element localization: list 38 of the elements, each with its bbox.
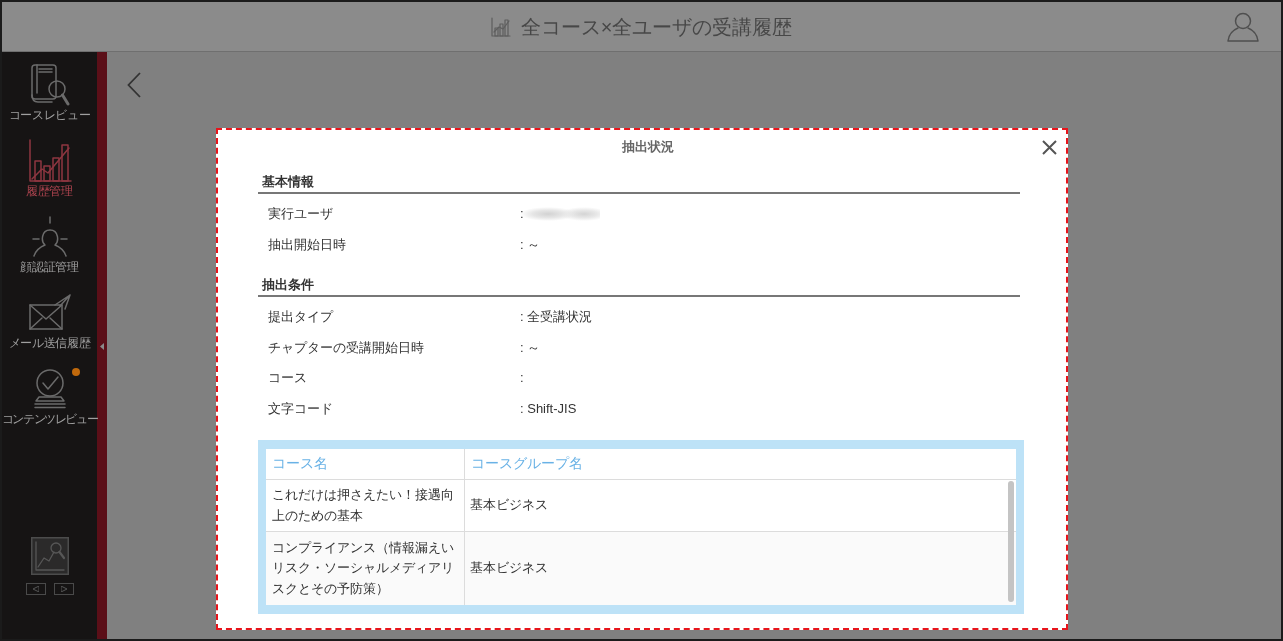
chevron-left-icon[interactable]: [127, 72, 141, 98]
bar-chart-icon: [490, 16, 511, 37]
field-label: チャプターの受講開始日時: [268, 338, 424, 357]
field-label: 提出タイプ: [268, 308, 333, 327]
field-value: :: [520, 206, 600, 223]
field-value: :: [520, 370, 524, 387]
person-icon: [29, 215, 70, 259]
triangle-left-icon: [32, 586, 39, 592]
chart-image-icon[interactable]: [30, 537, 69, 575]
collapse-handle-icon[interactable]: [100, 343, 104, 350]
bar-chart-icon: [27, 139, 72, 183]
field-label: コース: [268, 369, 307, 388]
section-heading: 基本情報: [258, 172, 1020, 194]
field-value: : Shift-JIS: [520, 400, 577, 417]
table-cell: 基本ビジネス: [465, 532, 1016, 605]
column-header: コースグループ名: [470, 455, 584, 473]
field-value: : ～: [520, 236, 541, 253]
sidebar-item[interactable]: コースレビュー: [2, 62, 97, 138]
triangle-right-icon: [60, 586, 67, 592]
close-icon[interactable]: [1042, 140, 1057, 155]
sidebar-item[interactable]: 顔認証管理: [2, 214, 97, 290]
column-header: コース名: [266, 449, 465, 479]
book-magnifier-icon: [29, 63, 70, 107]
previous-button[interactable]: [25, 583, 46, 595]
field-value: : 全受講状況: [520, 309, 593, 326]
sidebar-item[interactable]: コンテンツレビュー: [2, 366, 97, 442]
page-title: 全コース×全ユーザの受講履歴: [520, 14, 793, 40]
field-label: 抽出開始日時: [268, 235, 346, 254]
dialog-title: 抽出状況: [621, 138, 675, 156]
sidebar-item[interactable]: メール送信履歴: [2, 290, 97, 366]
field-label: 実行ユーザ: [268, 205, 333, 224]
section-heading: 抽出条件: [258, 275, 1020, 297]
field-label: 文字コード: [268, 399, 333, 418]
table-cell: コンプライアンス（情報漏えいリスク・ソーシャルメディアリスクとその予防策）: [266, 532, 465, 605]
scrollbar-thumb[interactable]: [1008, 481, 1014, 602]
next-button[interactable]: [53, 583, 74, 595]
field-value: : ～: [520, 339, 541, 356]
user-icon[interactable]: [1226, 11, 1260, 42]
